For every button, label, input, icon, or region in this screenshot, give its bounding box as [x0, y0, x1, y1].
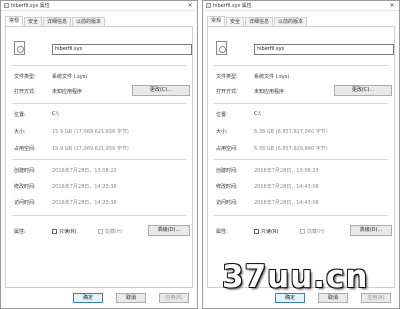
file-type-label: 文件类型: [216, 74, 238, 80]
size-label: 大小: [216, 129, 228, 135]
file-type-label: 文件类型: [14, 74, 36, 80]
file-name-field[interactable]: hiberfil.sys [52, 44, 192, 55]
accessed-label: 访问时间: [14, 200, 36, 206]
properties-window-before: hiberfil.sys 属性 ✕ 常规 安全 详细信息 以前的版本 hiber… [0, 0, 198, 309]
size-on-disk-label: 占用空间: [14, 146, 36, 152]
checkbox-box[interactable] [254, 229, 259, 234]
file-icon [206, 3, 211, 8]
size-on-disk-label: 占用空间: [216, 146, 238, 152]
divider [214, 65, 388, 66]
file-type-value: 系统文件 (.sys) [52, 74, 88, 80]
cancel-button[interactable]: 取消 [116, 293, 146, 303]
location-value: C:\ [254, 111, 261, 117]
divider [12, 159, 186, 160]
tab-previous-versions[interactable]: 以前的版本 [274, 17, 308, 26]
title-bar: hiberfil.sys 属性 ✕ [1, 1, 197, 11]
created-label: 创建时间: [216, 168, 238, 174]
modified-label: 修改时间: [216, 184, 238, 190]
location-value: C:\ [52, 111, 59, 117]
hidden-checkbox[interactable]: 隐藏(H) [98, 228, 123, 235]
title-bar: hiberfil.sys 属性 ✕ [203, 1, 399, 11]
tab-details[interactable]: 详细信息 [43, 17, 72, 26]
readonly-checkbox[interactable]: 只读(R) [254, 228, 278, 235]
open-with-label: 打开方式: [216, 89, 238, 95]
readonly-checkbox[interactable]: 只读(R) [52, 228, 76, 235]
tab-general[interactable]: 常规 [5, 16, 24, 26]
size-label: 大小: [14, 129, 26, 135]
accessed-value: 2016年7月28日，14:43:08 [254, 200, 319, 206]
checkbox-box[interactable] [300, 229, 305, 234]
close-icon[interactable]: ✕ [183, 2, 197, 9]
file-type-icon [14, 41, 25, 55]
dialog-footer: 确定 取消 应用(A) [1, 292, 197, 306]
divider [214, 159, 388, 160]
window-title: hiberfil.sys 属性 [213, 3, 252, 9]
location-label: 位置: [14, 112, 26, 118]
readonly-label: 只读(R) [261, 229, 279, 235]
tab-security[interactable]: 安全 [24, 17, 43, 26]
ok-button[interactable]: 确定 [73, 293, 103, 303]
location-label: 位置: [216, 112, 228, 118]
size-on-disk-value: 15.9 GB (17,069,621,656 字节) [52, 146, 129, 152]
tab-general[interactable]: 常规 [207, 16, 226, 26]
accessed-value: 2016年7月28日，14:23:38 [52, 200, 117, 206]
tab-bar: 常规 安全 详细信息 以前的版本 [207, 16, 308, 26]
readonly-label: 只读(R) [59, 229, 77, 235]
window-title: hiberfil.sys 属性 [11, 3, 50, 9]
divider [214, 103, 388, 104]
tab-bar: 常规 安全 详细信息 以前的版本 [5, 16, 106, 26]
modified-value: 2016年7月28日，14:23:38 [52, 184, 117, 190]
divider [12, 103, 186, 104]
file-name-field[interactable]: hiberfil.sys [254, 44, 394, 55]
divider [12, 215, 186, 216]
advanced-button[interactable]: 高级(D)... [148, 225, 190, 236]
divider [214, 215, 388, 216]
tab-security[interactable]: 安全 [226, 17, 245, 26]
created-value: 2016年7月28日，13:08:23 [52, 168, 117, 174]
general-panel: hiberfil.sys 文件类型: 系统文件 (.sys) 打开方式: 未知应… [5, 26, 193, 288]
size-value: 15.9 GB (17,069,621,656 字节) [52, 129, 129, 135]
modified-label: 修改时间: [14, 184, 36, 190]
modified-value: 2016年7月28日，14:43:08 [254, 184, 319, 190]
attributes-label: 属性: [14, 229, 26, 235]
hidden-label: 隐藏(H) [105, 229, 123, 235]
change-button[interactable]: 更改(C)... [132, 85, 190, 96]
attributes-label: 属性: [216, 229, 228, 235]
hidden-checkbox[interactable]: 隐藏(H) [300, 228, 325, 235]
watermark-logo: 37uu.cn [222, 259, 369, 295]
open-with-value: 未知应用程序 [52, 89, 83, 95]
checkbox-box[interactable] [52, 229, 57, 234]
advanced-button[interactable]: 高级(D)... [350, 225, 392, 236]
created-label: 创建时间: [14, 168, 36, 174]
file-type-value: 系统文件 (.sys) [254, 74, 290, 80]
close-icon[interactable]: ✕ [385, 2, 399, 9]
size-on-disk-value: 6.38 GB (6,857,929,840 字节) [254, 146, 328, 152]
size-value: 6.38 GB (6,857,927,040 字节) [254, 129, 328, 135]
tab-previous-versions[interactable]: 以前的版本 [72, 17, 106, 26]
apply-button[interactable]: 应用(A) [159, 293, 189, 303]
open-with-label: 打开方式: [14, 89, 36, 95]
file-type-icon [216, 41, 227, 55]
hidden-label: 隐藏(H) [307, 229, 325, 235]
accessed-label: 访问时间: [216, 200, 238, 206]
file-icon [4, 3, 9, 8]
tab-details[interactable]: 详细信息 [245, 17, 274, 26]
divider [12, 65, 186, 66]
created-value: 2016年7月28日，13:08:23 [254, 168, 319, 174]
change-button[interactable]: 更改(C)... [334, 85, 392, 96]
checkbox-box[interactable] [98, 229, 103, 234]
open-with-value: 未知应用程序 [254, 89, 285, 95]
general-panel: hiberfil.sys 文件类型: 系统文件 (.sys) 打开方式: 未知应… [207, 26, 395, 288]
